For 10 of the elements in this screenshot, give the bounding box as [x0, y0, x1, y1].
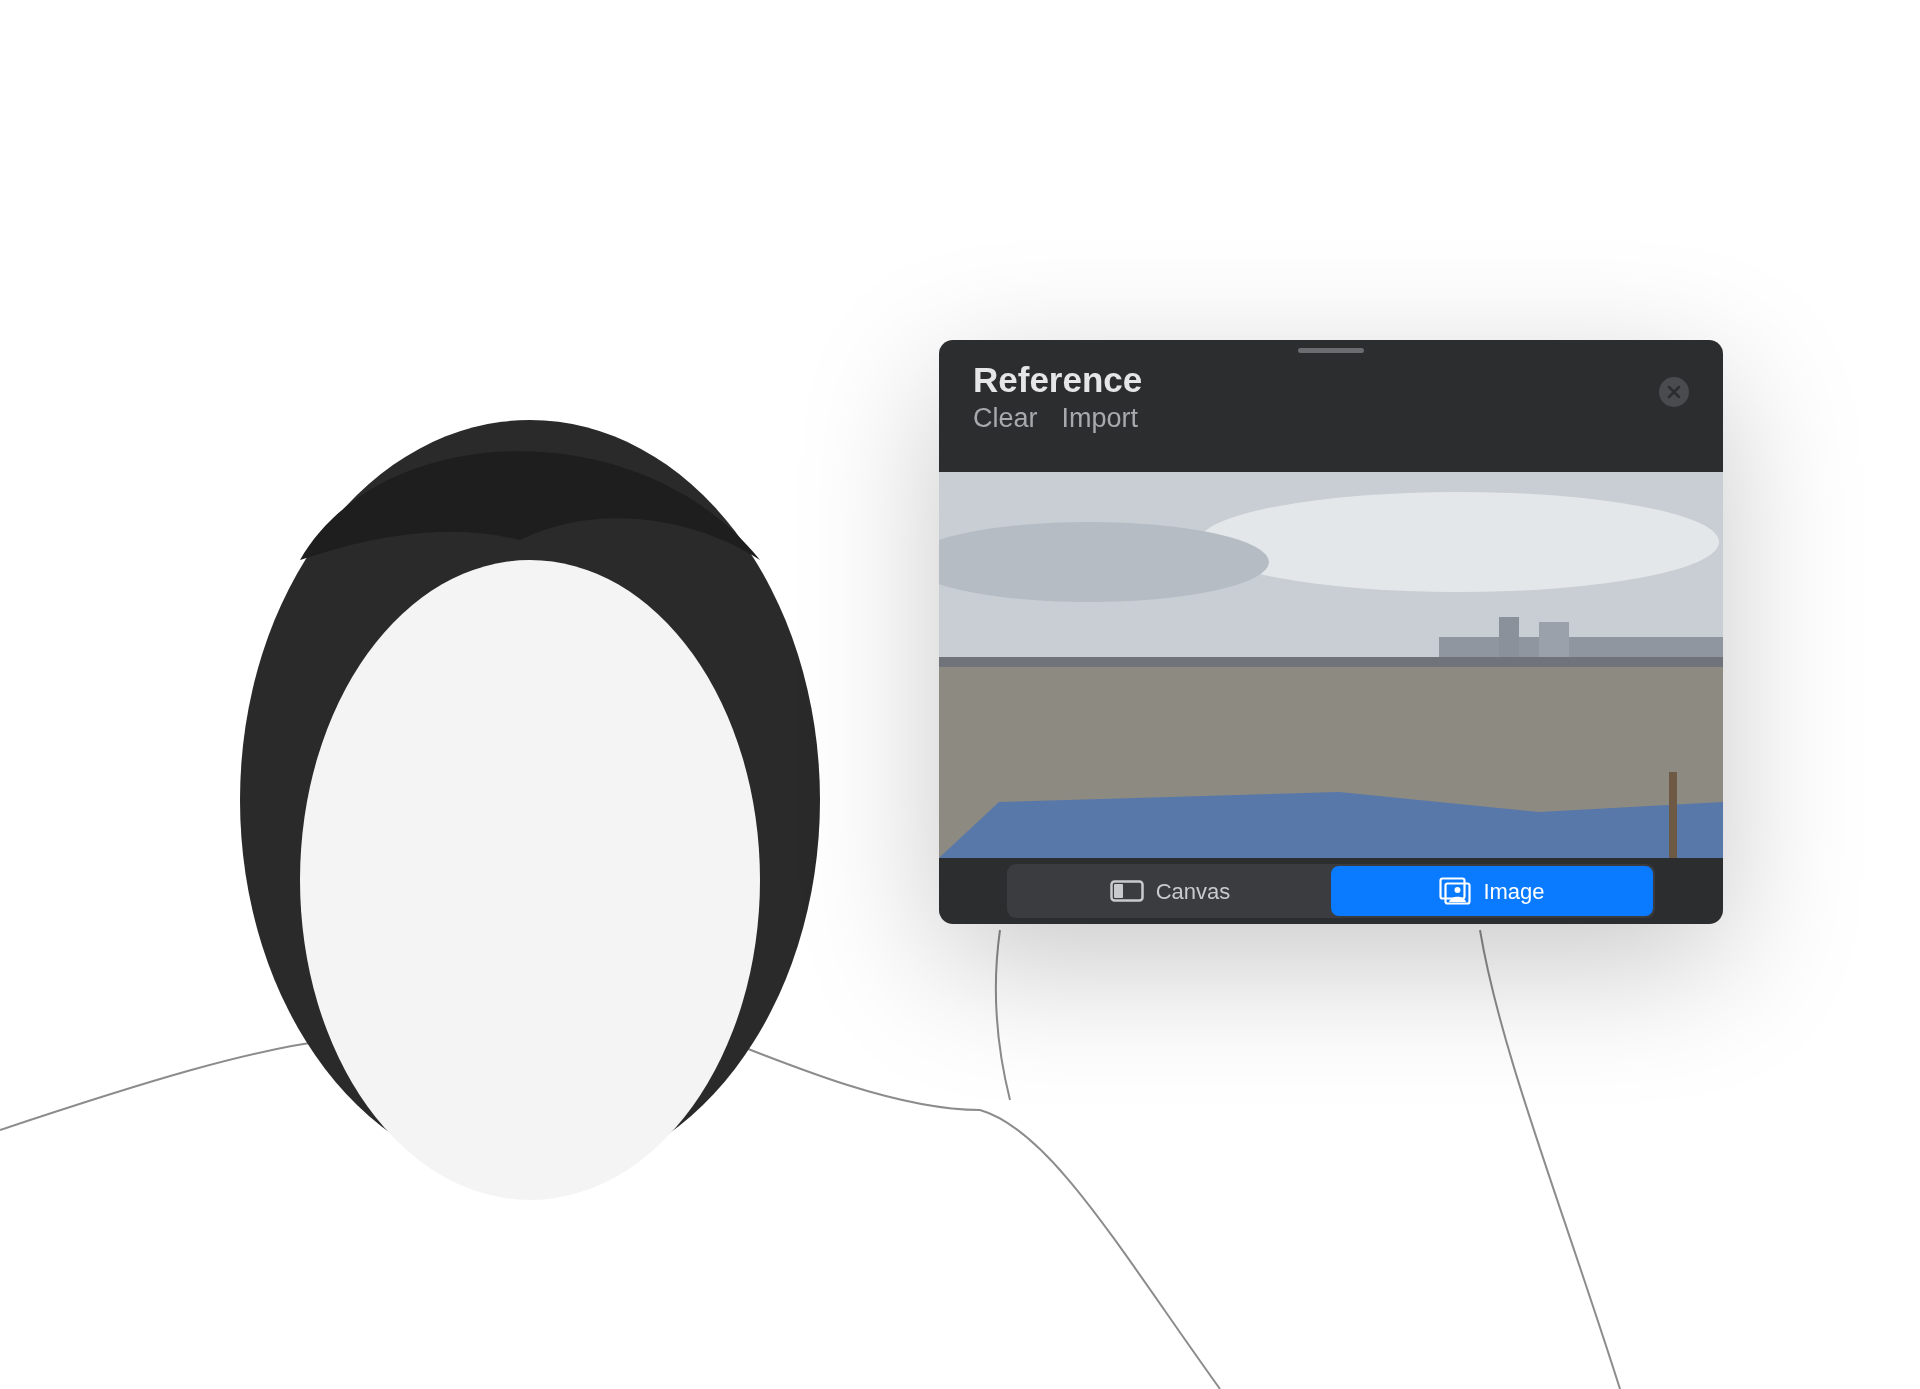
mode-tab[interactable]: Canvas — [1009, 866, 1331, 916]
canvas-icon — [1109, 880, 1144, 902]
close-button[interactable] — [1659, 377, 1689, 407]
mode-tab[interactable]: Image — [1331, 866, 1653, 916]
close-icon — [1667, 385, 1681, 399]
photos-icon — [1439, 877, 1472, 905]
action-button[interactable]: Clear — [973, 401, 1038, 437]
action-button[interactable]: Import — [1061, 401, 1139, 437]
panel-title: Reference — [973, 359, 1143, 401]
drag-handle[interactable] — [1298, 348, 1364, 353]
